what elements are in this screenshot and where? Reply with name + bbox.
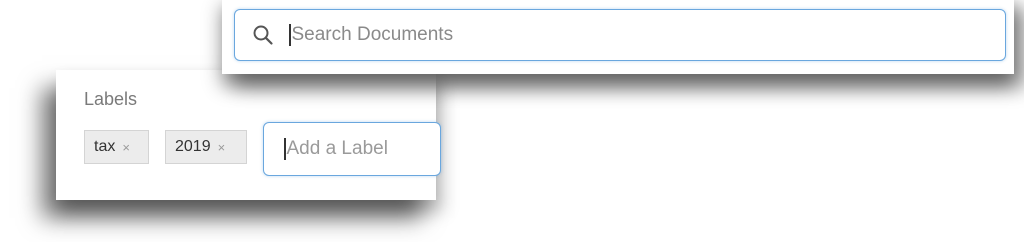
remove-label-icon[interactable]: ×	[122, 140, 130, 155]
labels-panel: Labels tax × 2019 × Add a Label	[56, 70, 441, 200]
screen: Labels tax × 2019 × Add a Label Search D…	[0, 0, 1024, 242]
text-caret	[284, 138, 286, 160]
label-chip-tax: tax ×	[84, 130, 149, 164]
remove-label-icon[interactable]: ×	[218, 140, 226, 155]
label-chip-text: 2019	[175, 138, 211, 155]
search-placeholder: Search Documents	[291, 24, 454, 45]
label-chip-2019: 2019 ×	[165, 130, 247, 164]
labels-heading: Labels	[84, 89, 138, 109]
search-icon	[251, 23, 275, 47]
add-label-input[interactable]: Add a Label	[263, 122, 441, 176]
search-panel: Search Documents	[222, 0, 1014, 74]
text-caret	[289, 24, 291, 46]
add-label-placeholder: Add a Label	[286, 138, 388, 159]
search-input[interactable]: Search Documents	[234, 9, 1006, 61]
label-chip-text: tax	[94, 138, 116, 155]
